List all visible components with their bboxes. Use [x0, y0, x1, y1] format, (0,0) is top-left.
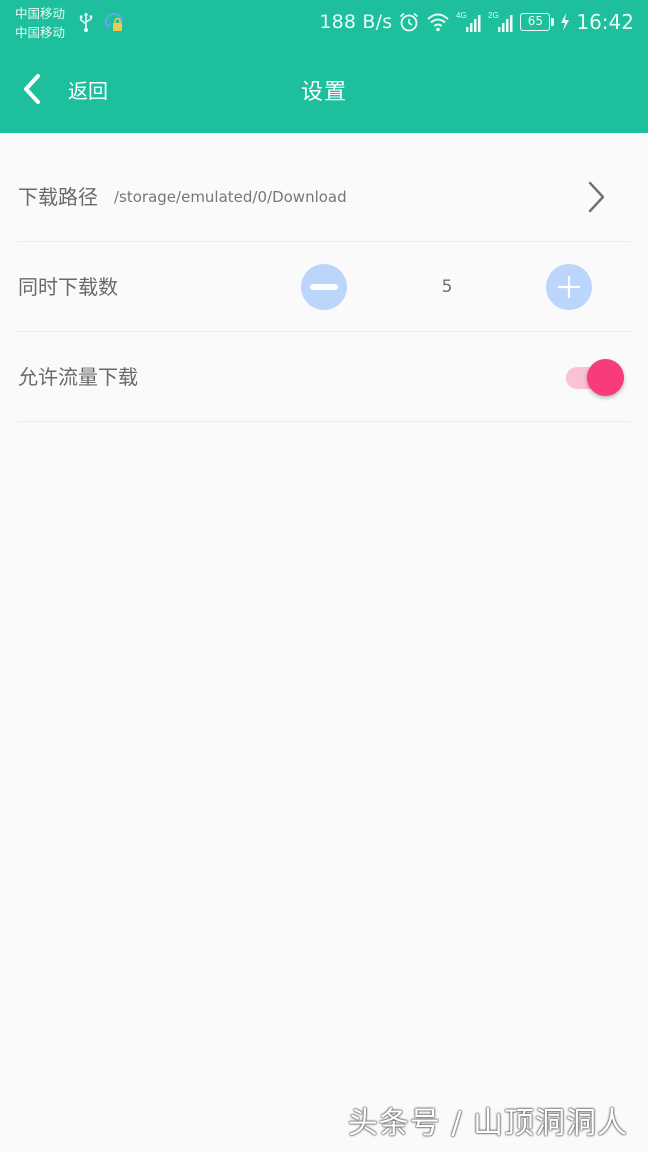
wifi-icon — [427, 13, 450, 32]
usb-icon — [79, 12, 93, 32]
allow-mobile-data-label: 允许流量下载 — [18, 365, 138, 389]
chevron-right-icon[interactable] — [582, 179, 610, 215]
decrement-button[interactable] — [301, 264, 347, 310]
signal-icon: 2G — [488, 11, 514, 33]
status-bar: 中国移动 中国移动 188 B/s 4G 2G 65 16:42 — [0, 0, 648, 46]
battery-level: 65 — [520, 13, 551, 31]
watermark: 头条号 / 山顶洞洞人 — [347, 1106, 628, 1141]
download-path-label: 下载路径 — [18, 185, 98, 209]
carrier-2-label: 中国移动 — [15, 25, 66, 40]
minus-icon — [310, 284, 338, 290]
status-time: 16:42 — [576, 10, 634, 34]
download-path-value: /storage/emulated/0/Download — [114, 188, 347, 206]
concurrent-downloads-label: 同时下载数 — [18, 275, 118, 299]
carrier-1-label: 中国移动 — [15, 6, 66, 21]
network-speed: 188 B/s — [319, 11, 393, 33]
allow-mobile-data-row: 允许流量下载 — [18, 332, 630, 422]
page-title: 设置 — [300, 80, 347, 105]
download-path-row[interactable]: 下载路径 /storage/emulated/0/Download — [18, 152, 630, 242]
sync-lock-icon — [104, 12, 123, 31]
signal-2-type-label: 2G — [488, 11, 499, 20]
plus-icon — [558, 276, 580, 298]
status-right-group: 188 B/s 4G 2G 65 16:42 — [319, 8, 634, 36]
concurrent-downloads-row: 同时下载数 5 — [18, 242, 630, 332]
allow-mobile-data-toggle[interactable] — [566, 358, 626, 398]
signal-icon: 4G — [456, 11, 482, 33]
increment-button[interactable] — [546, 264, 592, 310]
toolbar: 返回 设置 — [0, 46, 648, 133]
battery-icon: 65 — [520, 13, 555, 31]
settings-list: 下载路径 /storage/emulated/0/Download 同时下载数 … — [18, 152, 630, 422]
charging-bolt-icon — [561, 13, 570, 31]
concurrent-downloads-value: 5 — [441, 277, 453, 297]
alarm-icon — [400, 12, 419, 32]
signal-1-type-label: 4G — [456, 11, 467, 20]
toggle-thumb — [587, 359, 624, 396]
carrier-info: 中国移动 中国移动 — [15, 4, 65, 42]
app-header: 中国移动 中国移动 188 B/s 4G 2G 65 16:42 返回 设置 — [0, 0, 648, 133]
